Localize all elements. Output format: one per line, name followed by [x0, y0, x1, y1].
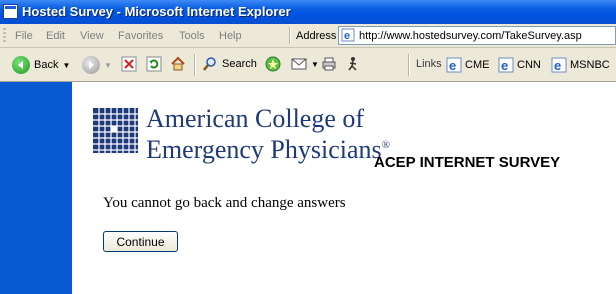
links-label: Links — [416, 58, 442, 70]
menu-tools[interactable]: Tools — [179, 30, 205, 42]
print-button[interactable] — [321, 56, 337, 72]
registered-mark: ® — [381, 139, 390, 151]
search-button[interactable]: Search — [202, 56, 257, 72]
menu-view[interactable]: View — [80, 30, 104, 42]
messenger-button[interactable] — [345, 56, 361, 72]
address-bar[interactable]: e http://www.hostedsurvey.com/TakeSurvey… — [338, 26, 616, 45]
home-icon — [170, 56, 186, 72]
ie-window-icon — [3, 4, 18, 19]
address-url[interactable]: http://www.hostedsurvey.com/TakeSurvey.a… — [359, 30, 582, 42]
svg-text:e: e — [501, 58, 508, 73]
org-name-line2: Emergency Physicians® — [146, 135, 390, 165]
window-title: Hosted Survey - Microsoft Internet Explo… — [22, 4, 291, 19]
org-name-line1: American College of — [146, 104, 365, 133]
link-msnbc[interactable]: e MSNBC — [551, 57, 610, 73]
mail-icon — [291, 56, 307, 72]
link-cnn[interactable]: e CNN — [498, 57, 541, 73]
ie-link-icon: e — [551, 57, 567, 73]
mail-button[interactable]: ▼ — [291, 56, 319, 72]
messenger-icon — [345, 56, 361, 72]
search-label: Search — [222, 58, 257, 70]
address-label: Address — [296, 30, 337, 42]
stop-button[interactable] — [121, 56, 137, 72]
menu-edit[interactable]: Edit — [46, 30, 65, 42]
continue-button[interactable]: Continue — [103, 231, 178, 252]
link-cme[interactable]: e CME — [446, 57, 489, 73]
svg-text:e: e — [554, 58, 561, 73]
svg-text:e: e — [449, 58, 456, 73]
svg-text:e: e — [344, 30, 350, 42]
refresh-button[interactable] — [146, 56, 162, 72]
menu-file[interactable]: File — [15, 30, 33, 42]
org-name-line2-text: Emergency Physicians — [146, 135, 382, 164]
print-icon — [321, 56, 337, 72]
forward-button[interactable]: ▼ — [82, 56, 112, 74]
page-content: American College of Emergency Physicians… — [0, 82, 616, 294]
links-divider — [408, 54, 410, 76]
back-arrow-icon — [12, 56, 30, 74]
toolbar-divider — [194, 54, 196, 76]
stop-icon — [121, 56, 137, 72]
standard-toolbar: Back ▼ ▼ Search ▼ Links e CME e CNN e MS… — [0, 48, 616, 82]
search-icon — [202, 56, 218, 72]
refresh-icon — [146, 56, 162, 72]
menu-favorites[interactable]: Favorites — [118, 30, 163, 42]
back-label: Back — [34, 59, 59, 71]
acep-logo-grid-icon — [93, 108, 138, 153]
ie-link-icon: e — [446, 57, 462, 73]
forward-dropdown-icon[interactable]: ▼ — [104, 61, 112, 70]
ie-link-icon: e — [498, 57, 514, 73]
menubar-grip[interactable] — [3, 28, 6, 43]
mail-dropdown-icon[interactable]: ▼ — [311, 60, 319, 69]
favorites-button[interactable] — [265, 56, 281, 72]
link-cnn-label: CNN — [517, 59, 541, 71]
survey-title: ACEP INTERNET SURVEY — [374, 154, 561, 171]
favorites-star-icon — [265, 56, 281, 72]
window-titlebar[interactable]: Hosted Survey - Microsoft Internet Explo… — [0, 0, 616, 24]
back-dropdown-icon[interactable]: ▼ — [62, 61, 70, 70]
link-cme-label: CME — [465, 59, 490, 71]
notice-message: You cannot go back and change answers — [103, 195, 346, 211]
back-button[interactable]: Back ▼ — [12, 56, 70, 74]
home-button[interactable] — [170, 56, 186, 72]
forward-arrow-icon — [82, 56, 100, 74]
menu-help[interactable]: Help — [219, 30, 242, 42]
menubar-divider — [289, 27, 291, 44]
link-msnbc-label: MSNBC — [570, 59, 610, 71]
left-blue-sidebar — [0, 82, 72, 294]
ie-page-icon: e — [341, 28, 355, 42]
